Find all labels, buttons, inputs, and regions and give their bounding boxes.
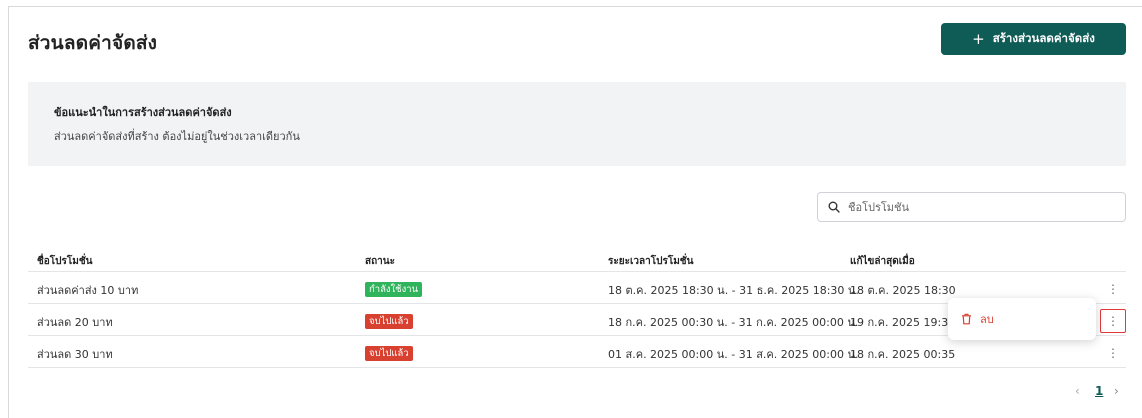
delete-menu-item[interactable]: ลบ (948, 298, 1096, 340)
column-header-name: ชื่อโปรโมชั่น (37, 256, 93, 267)
more-vertical-icon[interactable]: ⋮ (1106, 282, 1120, 296)
promotion-period: 18 ต.ค. 2025 18:30 น. - 31 ธ.ค. 2025 18:… (608, 284, 859, 297)
more-vertical-icon[interactable]: ⋮ (1106, 346, 1120, 360)
table-divider (28, 367, 1126, 368)
promotion-name: ส่วนลด 30 บาท (37, 348, 113, 361)
search-icon (828, 198, 840, 217)
search-box[interactable] (817, 192, 1126, 222)
pagination-prev-icon[interactable]: ‹ (1075, 384, 1080, 398)
page-title: ส่วนลดค่าจัดส่ง (28, 32, 158, 54)
last-updated: 18 ก.ค. 2025 00:35 (850, 348, 956, 361)
plus-icon: + (972, 29, 985, 48)
pagination-page[interactable]: 1 (1095, 384, 1103, 398)
more-vertical-icon[interactable]: ⋮ (1100, 309, 1126, 333)
status-badge: จบไปแล้ว (365, 346, 413, 361)
last-updated: 19 ก.ค. 2025 19:37 (850, 316, 956, 329)
column-header-updated: แก้ไขล่าสุดเมื่อ (850, 256, 915, 267)
trash-icon (961, 310, 972, 329)
tip-box: ข้อแนะนำในการสร้างส่วนลดค่าจัดส่ง ส่วนลด… (28, 82, 1126, 166)
delete-label: ลบ (980, 313, 994, 326)
tip-title: ข้อแนะนำในการสร้างส่วนลดค่าจัดส่ง (54, 106, 232, 119)
last-updated: 18 ต.ค. 2025 18:30 (850, 284, 956, 297)
status-badge: กำลังใช้งาน (365, 282, 423, 297)
table-divider (28, 271, 1126, 272)
column-header-status: สถานะ (365, 256, 395, 267)
tip-body: ส่วนลดค่าจัดส่งที่สร้าง ต้องไม่อยู่ในช่ว… (54, 130, 300, 143)
promotion-period: 01 ส.ค. 2025 00:00 น. - 31 ส.ค. 2025 00:… (608, 348, 859, 361)
create-shipping-discount-button[interactable]: + สร้างส่วนลดค่าจัดส่ง (941, 23, 1126, 55)
promotion-name: ส่วนลด 20 บาท (37, 316, 113, 329)
create-button-label: สร้างส่วนลดค่าจัดส่ง (992, 31, 1095, 45)
pagination-next-icon[interactable]: › (1114, 384, 1119, 398)
column-header-period: ระยะเวลาโปรโมชั่น (608, 256, 694, 267)
promotion-period: 18 ก.ค. 2025 00:30 น. - 31 ก.ค. 2025 00:… (608, 316, 859, 329)
search-input[interactable] (848, 200, 1108, 214)
status-badge: จบไปแล้ว (365, 314, 413, 329)
promotion-name: ส่วนลดค่าส่ง 10 บาท (37, 284, 139, 297)
